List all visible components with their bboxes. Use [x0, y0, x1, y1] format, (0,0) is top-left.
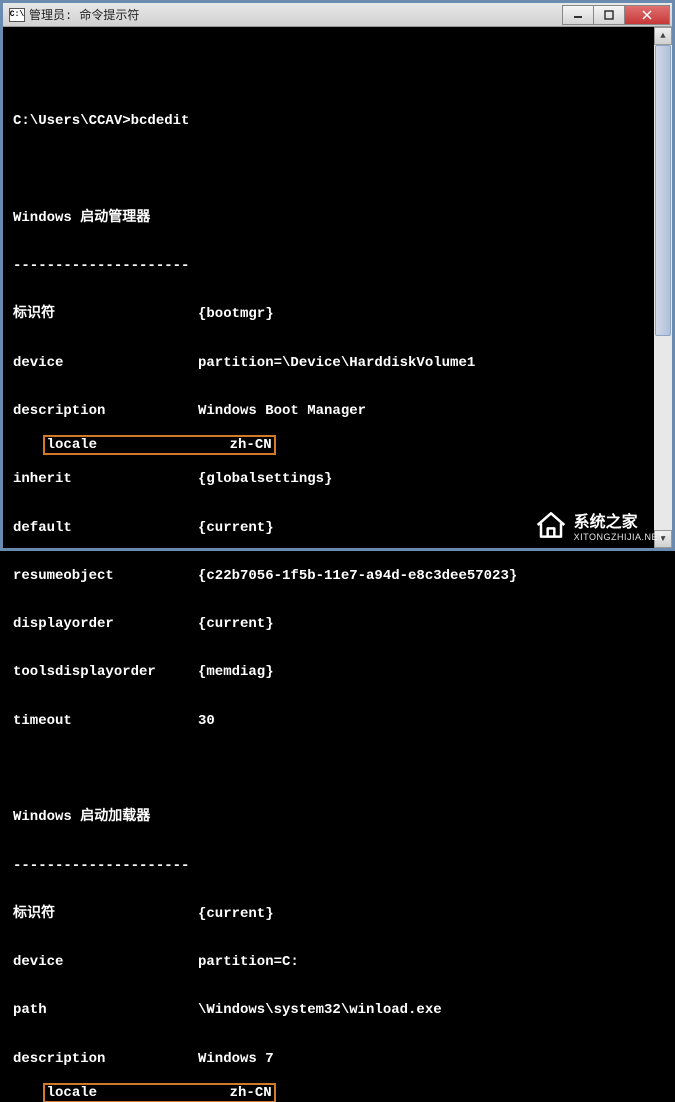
kv-value: \Windows\system32\winload.exe	[198, 1002, 442, 1018]
kv-row: toolsdisplayorder{memdiag}	[13, 664, 668, 680]
close-button[interactable]	[624, 5, 670, 25]
scroll-thumb[interactable]	[655, 45, 671, 336]
identifier-label: 标识符	[13, 306, 198, 322]
identifier-label: 标识符	[13, 906, 198, 922]
kv-key: path	[13, 1002, 198, 1018]
kv-row: resumeobject{c22b7056-1f5b-11e7-a94d-e8c…	[13, 568, 668, 584]
kv-value: partition=\Device\HarddiskVolume1	[198, 355, 475, 371]
kv-key: device	[13, 355, 198, 371]
identifier-value: {bootmgr}	[198, 306, 274, 322]
kv-value: {memdiag}	[198, 664, 274, 680]
scroll-down-button[interactable]: ▼	[654, 530, 672, 548]
kv-key: description	[13, 403, 198, 419]
kv-value: {current}	[198, 616, 274, 632]
blank-line	[13, 65, 668, 81]
blank-line	[13, 162, 668, 178]
kv-value: zh-CN	[230, 1085, 272, 1101]
kv-value: partition=C:	[198, 954, 299, 970]
kv-key: locale	[47, 1085, 230, 1101]
minimize-button[interactable]	[562, 5, 594, 25]
scroll-track[interactable]	[654, 45, 672, 530]
vertical-scrollbar[interactable]: ▲ ▼	[654, 27, 672, 548]
close-icon	[641, 10, 653, 20]
kv-row: default{current}	[13, 520, 668, 536]
kv-key: description	[13, 1051, 198, 1067]
kv-key: toolsdisplayorder	[13, 664, 198, 680]
kv-key: device	[13, 954, 198, 970]
kv-key: timeout	[13, 713, 198, 729]
kv-value: {globalsettings}	[198, 471, 332, 487]
kv-value: zh-CN	[230, 437, 272, 453]
kv-row: path\Windows\system32\winload.exe	[13, 1002, 668, 1018]
terminal-output[interactable]: C:\Users\CCAV>bcdedit Windows 启动管理器 ----…	[3, 27, 672, 548]
command-text: bcdedit	[131, 113, 190, 129]
blank-line	[13, 761, 668, 777]
prompt-line: C:\Users\CCAV>bcdedit	[13, 113, 668, 129]
section-header: Windows 启动管理器	[13, 210, 668, 226]
maximize-icon	[604, 10, 614, 20]
kv-value: {c22b7056-1f5b-11e7-a94d-e8c3dee57023}	[198, 568, 517, 584]
kv-key: resumeobject	[13, 568, 198, 584]
identifier-row: 标识符{current}	[13, 906, 668, 922]
minimize-icon	[573, 10, 583, 20]
kv-value: Windows 7	[198, 1051, 274, 1067]
scroll-up-button[interactable]: ▲	[654, 27, 672, 45]
locale-highlight: localezh-CN	[43, 435, 276, 455]
kv-value: {current}	[198, 520, 274, 536]
kv-row: devicepartition=\Device\HarddiskVolume1	[13, 355, 668, 371]
kv-key: locale	[47, 437, 230, 453]
kv-key: displayorder	[13, 616, 198, 632]
kv-key: default	[13, 520, 198, 536]
prompt-path: C:\Users\CCAV>	[13, 113, 131, 129]
kv-row: descriptionWindows 7	[13, 1051, 668, 1067]
locale-highlight: localezh-CN	[43, 1083, 276, 1102]
kv-value: 30	[198, 713, 215, 729]
kv-key: inherit	[13, 471, 198, 487]
kv-row: displayorder{current}	[13, 616, 668, 632]
divider-line: ---------------------	[13, 258, 633, 274]
window-title: 管理员: 命令提示符	[29, 6, 139, 23]
kv-row: timeout30	[13, 713, 668, 729]
app-icon: C:\	[9, 8, 25, 22]
kv-row: devicepartition=C:	[13, 954, 668, 970]
identifier-value: {current}	[198, 906, 274, 922]
maximize-button[interactable]	[593, 5, 625, 25]
identifier-row: 标识符{bootmgr}	[13, 306, 668, 322]
kv-row: descriptionWindows Boot Manager	[13, 403, 668, 419]
divider-line: ---------------------	[13, 858, 633, 874]
section-header: Windows 启动加载器	[13, 809, 668, 825]
kv-value: Windows Boot Manager	[198, 403, 366, 419]
kv-row: inherit{globalsettings}	[13, 471, 668, 487]
window-titlebar: C:\ 管理员: 命令提示符	[3, 3, 672, 27]
